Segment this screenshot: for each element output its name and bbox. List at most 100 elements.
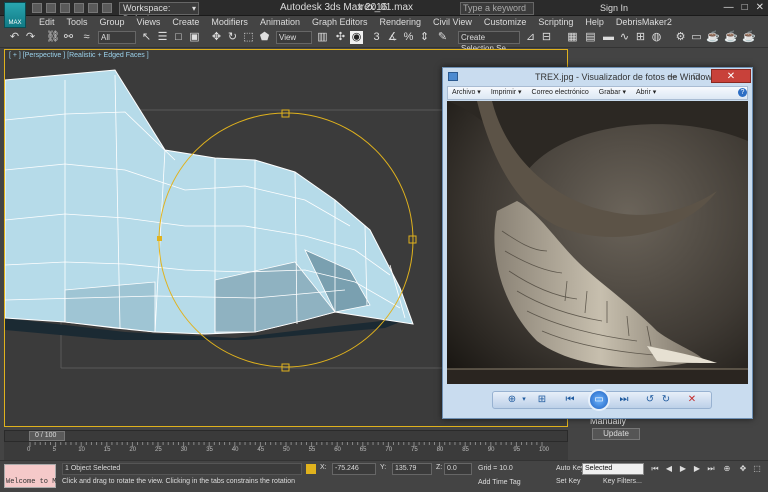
menu-edit[interactable]: Edit: [33, 16, 61, 28]
menu-rendering[interactable]: Rendering: [374, 16, 428, 28]
select-object-icon[interactable]: ↖: [140, 31, 153, 44]
next-frame-icon[interactable]: ▶: [692, 464, 702, 474]
render-activeshade-icon[interactable]: ☕: [742, 31, 756, 44]
close-button[interactable]: ✕: [756, 2, 764, 13]
key-set-dropdown[interactable]: Selected: [582, 463, 644, 475]
schematic-view-icon[interactable]: ⊞: [634, 31, 647, 44]
angle-snap-icon[interactable]: ∡: [386, 31, 399, 44]
place-icon[interactable]: ⬟: [258, 31, 271, 44]
named-selection-set-dropdown[interactable]: Create Selection Se: [458, 31, 520, 53]
rotate-icon[interactable]: ↻: [226, 31, 239, 44]
menu-scripting[interactable]: Scripting: [532, 16, 579, 28]
trackbar[interactable]: 0 5 10 15 20 25 30 35 40 45 50 55 60 65 70 75 80 85 90 95 10…: [4, 442, 568, 460]
next-icon[interactable]: ⏭: [617, 393, 631, 407]
menu-help[interactable]: Help: [579, 16, 610, 28]
help-icon[interactable]: ?: [738, 88, 747, 97]
render-iterative-icon[interactable]: ☕: [724, 31, 738, 44]
set-key-button[interactable]: Set Key: [556, 478, 581, 485]
pw-menu-abrir[interactable]: Abrir ▾: [636, 87, 666, 99]
add-time-tag-button[interactable]: Add Time Tag: [478, 479, 521, 486]
spinner-snap-icon[interactable]: ⇕: [418, 31, 431, 44]
rotate-right-icon[interactable]: ↻: [659, 393, 673, 407]
align-icon[interactable]: ⊟: [540, 31, 553, 44]
save-file-icon[interactable]: [60, 3, 70, 13]
curve-editor-icon[interactable]: ∿: [618, 31, 631, 44]
pw-menu-grabar[interactable]: Grabar ▾: [599, 87, 636, 99]
menu-create[interactable]: Create: [166, 16, 205, 28]
pw-minimize-button[interactable]: —: [661, 70, 683, 83]
key-filters-button[interactable]: Key Filters...: [603, 478, 642, 485]
photo-viewer-titlebar[interactable]: TREX.jpg - Visualizador de fotos de Wind…: [443, 68, 752, 86]
fit-to-window-icon[interactable]: ⊞: [535, 393, 549, 407]
time-slider[interactable]: 0 / 100: [4, 430, 568, 442]
auto-key-button[interactable]: Auto Key: [556, 465, 584, 472]
edit-named-selection-icon[interactable]: ✎: [436, 31, 449, 44]
scene-explorer-icon[interactable]: ▦: [566, 31, 579, 44]
maximize-viewport-icon[interactable]: ⬚: [752, 464, 762, 474]
menu-animation[interactable]: Animation: [254, 16, 306, 28]
pw-maximize-button[interactable]: □: [685, 70, 707, 83]
redo-icon[interactable]: ↷: [24, 31, 37, 44]
bind-space-warp-icon[interactable]: ≈: [80, 31, 93, 44]
mirror-icon[interactable]: ⊿: [524, 31, 537, 44]
percent-snap-icon[interactable]: %: [402, 31, 415, 44]
pivot-center-icon[interactable]: ▥: [316, 31, 329, 44]
pw-menu-imprimir[interactable]: Imprimir ▾: [491, 87, 532, 99]
pw-menu-archivo[interactable]: Archivo ▾: [452, 87, 491, 99]
delete-icon[interactable]: ✕: [685, 393, 699, 407]
menu-customize[interactable]: Customize: [478, 16, 533, 28]
menu-debrismaker2[interactable]: DebrisMaker2: [610, 16, 678, 28]
menu-civil-view[interactable]: Civil View: [427, 16, 478, 28]
reference-coordinate-dropdown[interactable]: View: [276, 31, 312, 44]
undo-quick-icon[interactable]: [74, 3, 84, 13]
z-coordinate-field[interactable]: 0.0: [444, 463, 472, 475]
redo-quick-icon[interactable]: [88, 3, 98, 13]
pw-close-button[interactable]: ✕: [711, 69, 751, 83]
material-editor-icon[interactable]: ◍: [650, 31, 663, 44]
zoom-caret-icon[interactable]: ▾: [517, 393, 531, 407]
workspace-dropdown[interactable]: Workspace: Default: [119, 2, 199, 24]
link-icon[interactable]: ⛓: [46, 31, 60, 44]
menu-views[interactable]: Views: [131, 16, 167, 28]
slideshow-button[interactable]: ▭: [588, 389, 610, 411]
maximize-button[interactable]: □: [742, 2, 748, 13]
undo-icon[interactable]: ↶: [8, 31, 21, 44]
rotate-left-icon[interactable]: ↺: [643, 393, 657, 407]
pw-menu-correo[interactable]: Correo electrónico: [532, 87, 599, 99]
project-folder-icon[interactable]: [102, 3, 112, 13]
unlink-icon[interactable]: ⚯: [62, 31, 75, 44]
sign-in-link[interactable]: Sign In: [600, 3, 628, 13]
move-icon[interactable]: ✥: [210, 31, 223, 44]
menu-group[interactable]: Group: [94, 16, 131, 28]
rendered-frame-window-icon[interactable]: ▭: [690, 31, 703, 44]
minimize-button[interactable]: —: [724, 2, 734, 13]
toggle-ribbon-icon[interactable]: ▬: [602, 31, 615, 44]
previous-icon[interactable]: ⏮: [563, 393, 577, 407]
new-file-icon[interactable]: [32, 3, 42, 13]
zoom-extents-icon[interactable]: ⊕: [722, 464, 732, 474]
previous-frame-icon[interactable]: ◀: [664, 464, 674, 474]
keyboard-shortcut-override-icon[interactable]: ◉: [350, 31, 363, 44]
menu-modifiers[interactable]: Modifiers: [205, 16, 254, 28]
go-to-end-icon[interactable]: ⏭: [706, 464, 716, 474]
layer-explorer-icon[interactable]: ▤: [584, 31, 597, 44]
scale-icon[interactable]: ⬚: [242, 31, 255, 44]
select-manipulate-icon[interactable]: ✣: [334, 31, 347, 44]
render-setup-icon[interactable]: ⚙: [674, 31, 687, 44]
menu-tools[interactable]: Tools: [61, 16, 94, 28]
selection-lock-icon[interactable]: [306, 464, 316, 474]
go-to-start-icon[interactable]: ⏮: [650, 464, 660, 474]
x-coordinate-field[interactable]: -75.246: [332, 463, 376, 475]
y-coordinate-field[interactable]: 135.79: [392, 463, 432, 475]
snaps-toggle-icon[interactable]: 3: [370, 31, 383, 44]
app-logo-icon[interactable]: MAX: [4, 2, 26, 28]
rectangular-selection-icon[interactable]: □: [172, 31, 185, 44]
search-input[interactable]: Type a keyword or phrase: [460, 2, 534, 24]
selection-filter-dropdown[interactable]: All: [98, 31, 136, 44]
update-button[interactable]: Update: [592, 428, 640, 440]
viewport-label[interactable]: [ + ] [Perspective ] [Realistic + Edged …: [9, 52, 149, 59]
orbit-icon[interactable]: ✥: [738, 464, 748, 474]
window-crossing-icon[interactable]: ▣: [188, 31, 201, 44]
play-icon[interactable]: ▶: [678, 464, 688, 474]
select-by-name-icon[interactable]: ☰: [156, 31, 169, 44]
